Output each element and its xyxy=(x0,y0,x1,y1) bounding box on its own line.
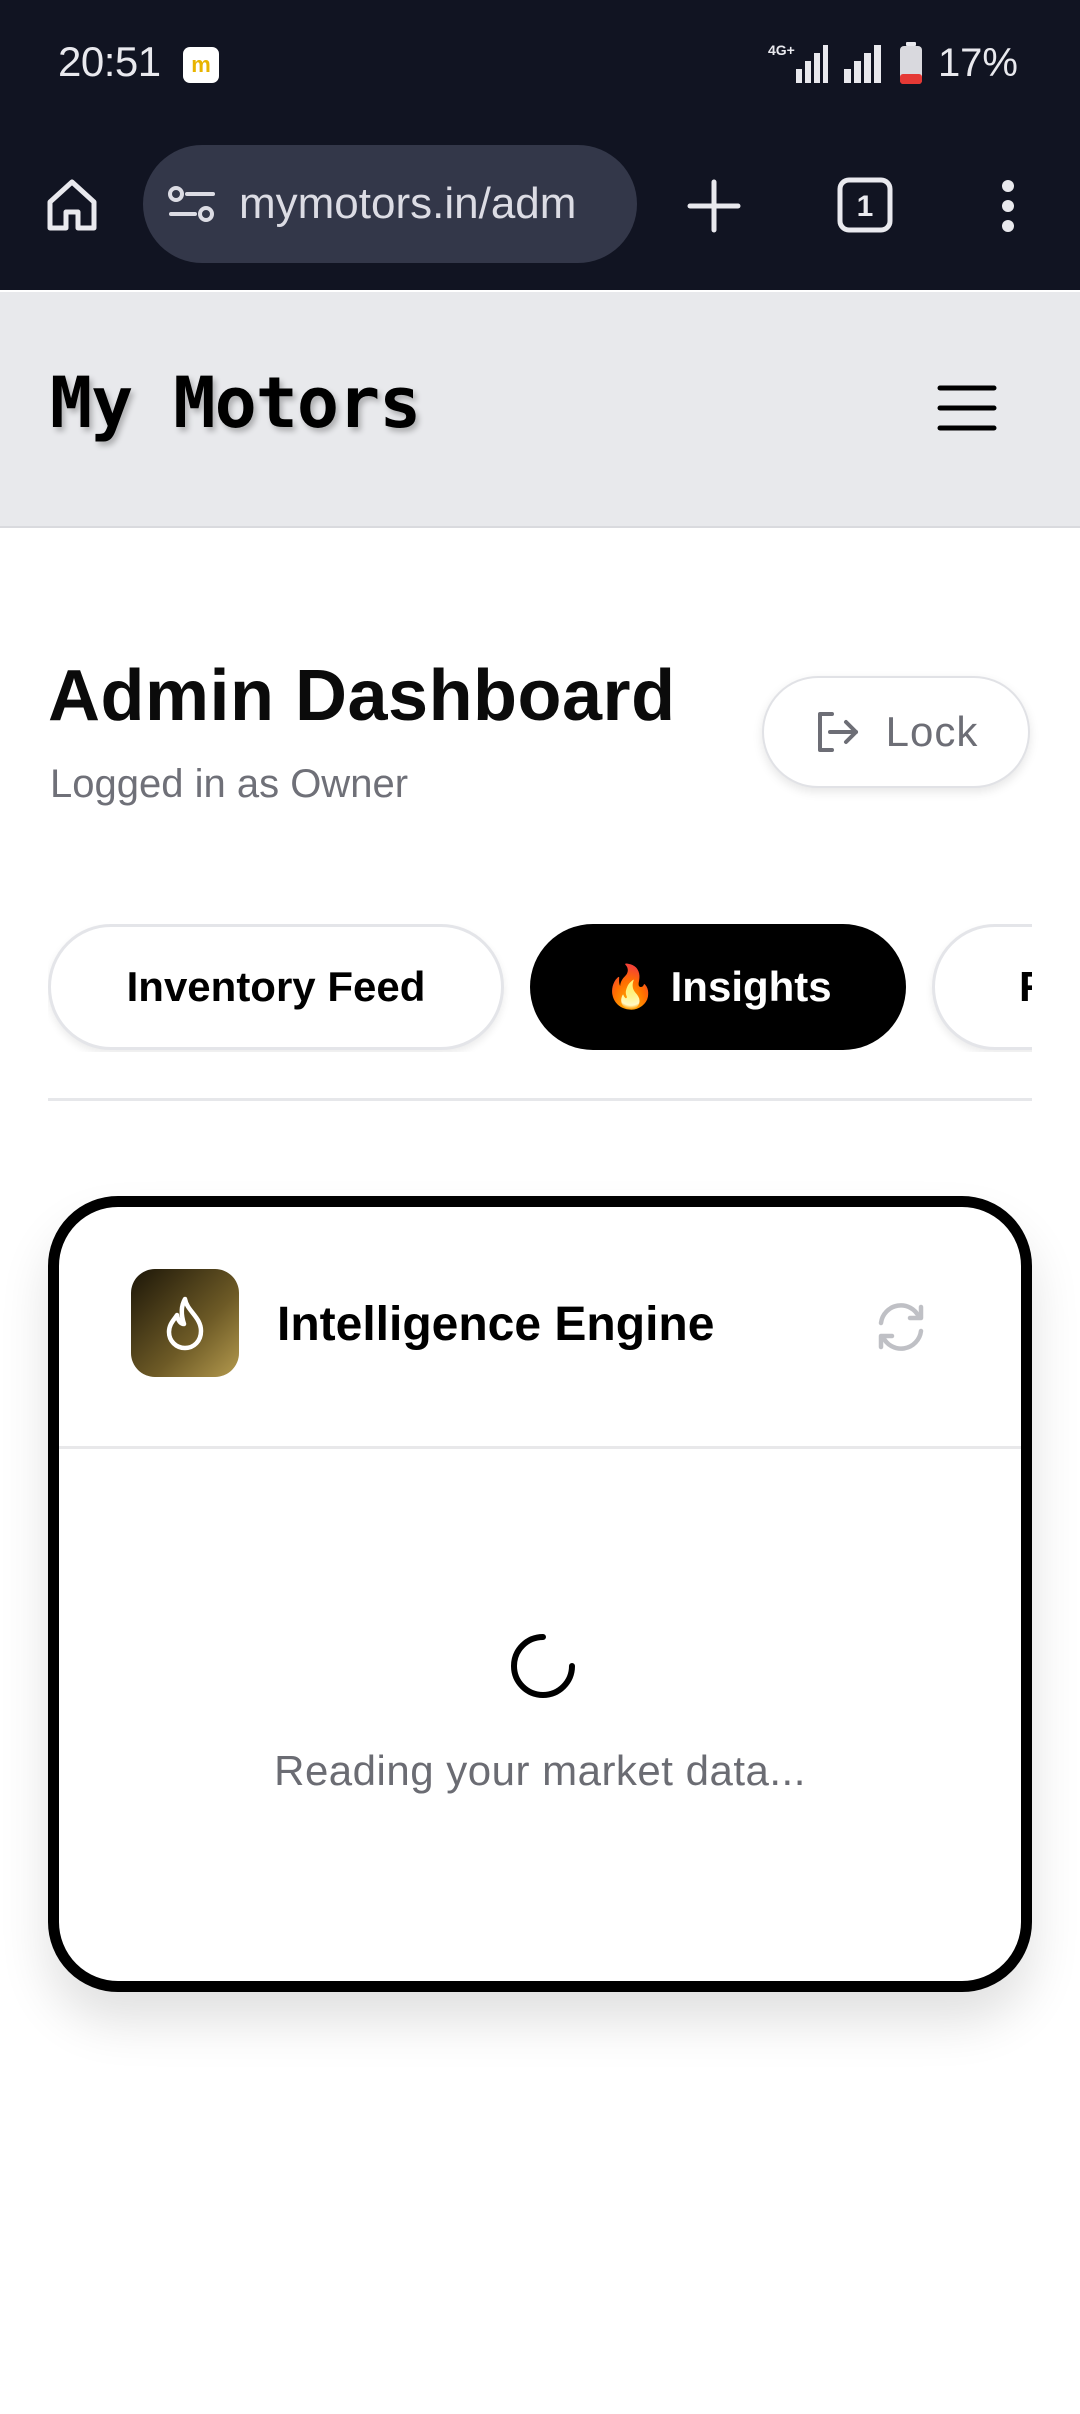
tab-count-icon: 1 xyxy=(837,177,893,233)
lock-button[interactable]: Lock xyxy=(762,676,1030,788)
flame-icon xyxy=(131,1269,239,1377)
dashboard-tabs: Inventory Feed 🔥 Insights R xyxy=(48,924,1032,1052)
intelligence-engine-card: Intelligence Engine Reading your market … xyxy=(48,1196,1032,1992)
loading-spinner xyxy=(511,1634,575,1698)
site-header: My Motors xyxy=(0,292,1080,528)
card-title: Intelligence Engine xyxy=(277,1298,715,1351)
site-settings-icon[interactable] xyxy=(167,184,217,224)
tab-label: Insights xyxy=(670,963,832,1010)
browser-toolbar: mymotors.in/adm 1 xyxy=(0,130,1080,290)
nav-menu-button[interactable] xyxy=(936,380,998,436)
lock-label: Lock xyxy=(885,708,979,755)
address-bar[interactable]: mymotors.in/adm xyxy=(143,145,637,263)
url-text: mymotors.in/adm xyxy=(239,179,577,228)
page-subtitle: Logged in as Owner xyxy=(50,762,409,806)
more-vertical-icon xyxy=(1002,180,1014,232)
home-icon xyxy=(47,179,97,231)
tab-count: 1 xyxy=(857,190,874,223)
status-indicators: 4G+ 17% xyxy=(766,38,1018,88)
tab-label: R xyxy=(1019,963,1032,1011)
tab-inventory-feed[interactable]: Inventory Feed xyxy=(48,924,504,1050)
battery-percent: 17% xyxy=(937,40,1018,85)
network-label: 4G+ xyxy=(768,42,795,58)
signal-4g-icon: 4G+ xyxy=(768,42,828,83)
new-tab-button[interactable] xyxy=(678,170,750,242)
brand-logo[interactable]: My Motors xyxy=(50,362,421,444)
page-title: Admin Dashboard xyxy=(48,656,676,736)
status-time: 20:51 xyxy=(58,38,161,85)
hamburger-icon xyxy=(937,385,997,431)
status-bar: 20:51 m 4G+ 17% xyxy=(0,0,1080,130)
fire-icon: 🔥 xyxy=(604,962,657,1010)
card-header: Intelligence Engine xyxy=(59,1207,1021,1449)
home-button[interactable] xyxy=(38,170,106,238)
logout-icon xyxy=(817,712,858,752)
battery-icon xyxy=(899,42,922,84)
divider xyxy=(48,1098,1032,1101)
refresh-icon xyxy=(878,1303,924,1351)
loading-text: Reading your market data... xyxy=(274,1747,806,1794)
browser-menu-button[interactable] xyxy=(975,170,1041,242)
tab-switcher-button[interactable]: 1 xyxy=(830,170,900,240)
plus-icon xyxy=(687,179,741,233)
tab-insights[interactable]: 🔥 Insights xyxy=(530,924,906,1050)
mcdonalds-notification-icon: m xyxy=(183,47,219,83)
tab-reports[interactable]: R xyxy=(932,924,1032,1050)
tab-label: Inventory Feed xyxy=(126,963,426,1010)
signal-icon xyxy=(843,45,881,83)
refresh-button[interactable] xyxy=(871,1297,931,1357)
